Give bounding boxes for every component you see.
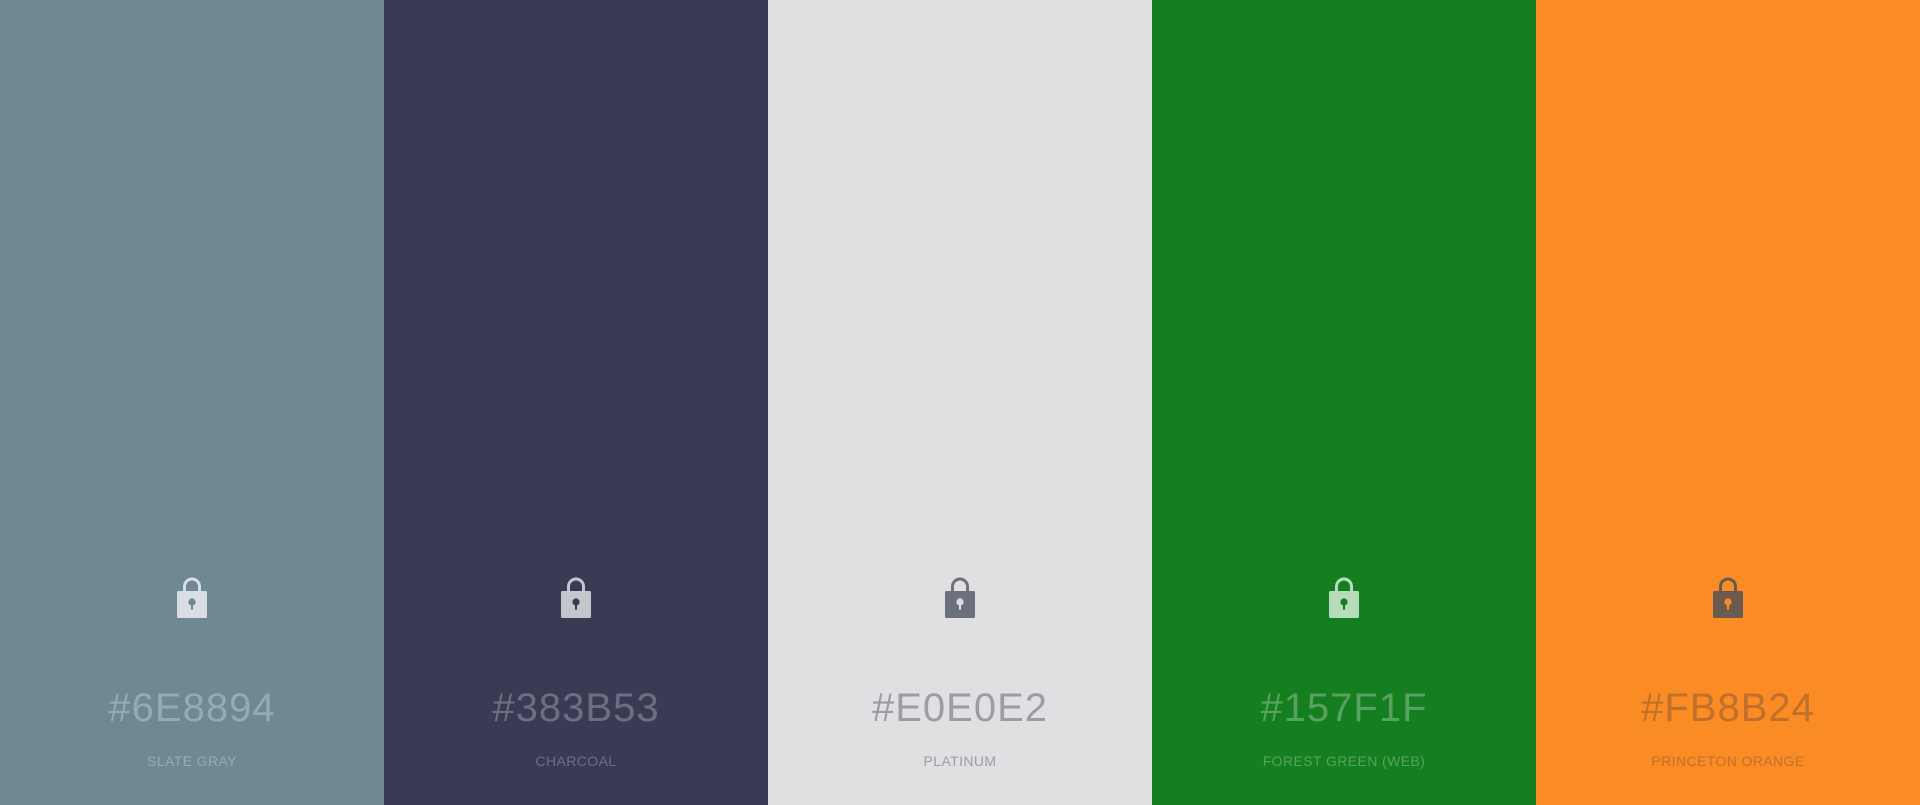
color-name: SLATE GRAY [147,753,237,769]
hex-code[interactable]: #6E8894 [0,682,384,734]
lock-icon[interactable] [1329,577,1359,618]
swatch-princeton-orange[interactable]: #FB8B24 PRINCETON ORANGE [1536,0,1920,805]
swatch-charcoal[interactable]: #383B53 CHARCOAL [384,0,768,805]
lock-icon[interactable] [177,577,207,618]
color-name: CHARCOAL [535,753,617,769]
hex-code[interactable]: #E0E0E2 [768,682,1152,734]
hex-code[interactable]: #383B53 [384,682,768,734]
swatch-forest-green-web[interactable]: #157F1F FOREST GREEN (WEB) [1152,0,1536,805]
swatch-platinum[interactable]: #E0E0E2 PLATINUM [768,0,1152,805]
lock-icon[interactable] [945,577,975,618]
color-name: FOREST GREEN (WEB) [1262,753,1426,769]
hex-code[interactable]: #FB8B24 [1536,682,1920,734]
lock-icon[interactable] [1713,577,1743,618]
lock-icon[interactable] [561,577,591,618]
color-palette: #6E8894 SLATE GRAY #383B53 CHARCOAL #E0E… [0,0,1920,805]
color-name: PRINCETON ORANGE [1651,753,1805,769]
swatch-slate-gray[interactable]: #6E8894 SLATE GRAY [0,0,384,805]
color-name: PLATINUM [923,753,997,769]
hex-code[interactable]: #157F1F [1152,682,1536,734]
